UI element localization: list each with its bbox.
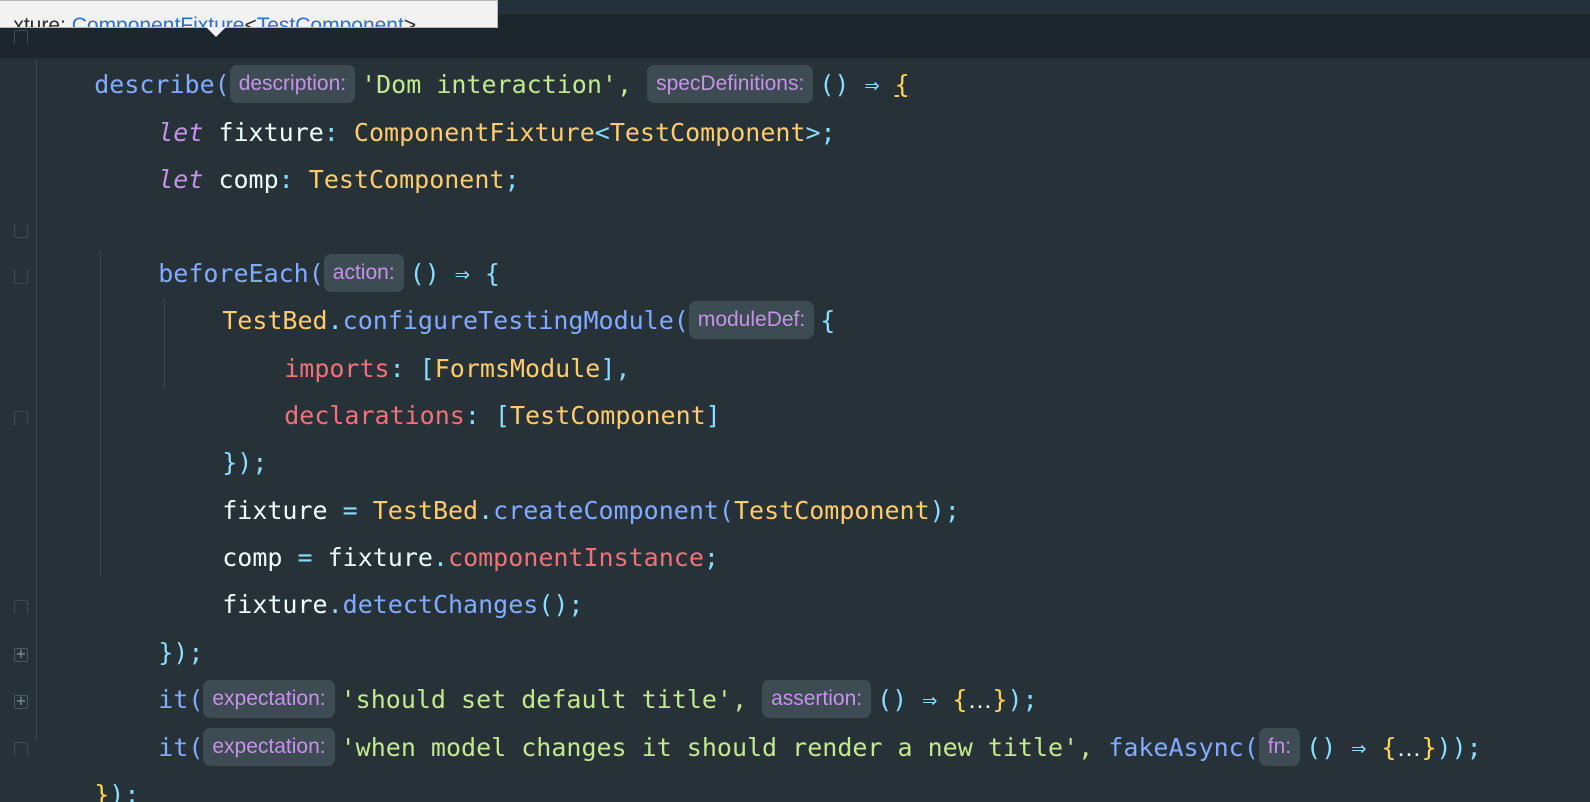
code-token: :	[278, 165, 294, 194]
code-token: ]	[705, 401, 721, 430]
code-token: 'when model changes it should render a n…	[340, 733, 1094, 762]
code-token: : [	[464, 401, 510, 430]
param-hint: fn:	[1258, 728, 1301, 766]
param-hint: moduleDef:	[688, 301, 815, 339]
code-line-3[interactable]: let comp: TestComponent;	[98, 109, 519, 194]
folded-code-ellipsis[interactable]: …	[1396, 734, 1421, 762]
code-line-11[interactable]: comp = fixture.componentInstance;	[162, 487, 719, 572]
code-token: {	[894, 70, 910, 99]
code-token: TestComponent	[609, 118, 806, 147]
code-token: {	[820, 306, 836, 335]
fold-expand-icon[interactable]: +	[14, 695, 28, 709]
code-token: ;	[703, 543, 719, 572]
code-token: );	[929, 496, 960, 525]
code-line-2[interactable]: let fixture: ComponentFixture<TestCompon…	[98, 62, 835, 147]
code-line-8[interactable]: declarations: [TestComponent]	[224, 345, 721, 430]
code-token: fakeAsync(	[1108, 733, 1259, 762]
fold-close-icon[interactable]	[14, 411, 28, 425]
code-token: it(	[158, 733, 204, 762]
code-token: ();	[538, 590, 584, 619]
code-token: fixture	[222, 590, 328, 619]
code-token: declarations	[284, 401, 465, 430]
editor-gutter: + +	[0, 0, 36, 802]
code-token: ));	[1436, 733, 1482, 762]
code-line-5[interactable]: beforeEach(action:() ⇒ {	[98, 203, 500, 292]
code-token: }	[1421, 733, 1437, 762]
code-token: TestComponent	[510, 401, 706, 430]
code-line-13[interactable]: });	[98, 582, 203, 667]
code-token: TestComponent	[308, 165, 505, 194]
code-token: {	[1381, 733, 1397, 762]
tooltip-arrow-icon	[206, 27, 226, 37]
tooltip-type: ComponentFixture	[71, 14, 245, 28]
code-token: detectChanges	[342, 590, 539, 619]
code-line-6[interactable]: TestBed.configureTestingModule(moduleDef…	[162, 250, 835, 339]
tooltip-type-arg: TestComponent	[256, 14, 404, 28]
code-line-9[interactable]: });	[162, 392, 267, 477]
code-token: let	[158, 165, 204, 194]
type-info-tooltip: xture: ComponentFixture<TestComponent>	[0, 0, 498, 28]
code-token: comp	[218, 165, 279, 194]
fold-close-icon[interactable]	[14, 600, 28, 614]
code-token: >;	[805, 118, 836, 147]
code-editor[interactable]: + + xture: ComponentFixture<TestComponen…	[0, 0, 1590, 802]
code-line-15[interactable]: it(expectation:'when model changes it sh…	[98, 677, 1482, 766]
code-token: () ⇒	[1306, 733, 1367, 762]
code-line-12[interactable]: fixture.detectChanges();	[162, 534, 583, 619]
indent-guide	[36, 60, 37, 740]
tooltip-lt: <	[244, 14, 257, 28]
code-line-10[interactable]: fixture = TestBed.createComponent(TestCo…	[162, 440, 960, 525]
code-line-14[interactable]: it(expectation:'should set default title…	[98, 629, 1038, 718]
fold-open-icon[interactable]	[14, 30, 28, 44]
code-token: ;	[504, 165, 520, 194]
code-token: }	[94, 780, 110, 802]
code-line-16[interactable]: });	[34, 724, 139, 802]
param-hint: expectation:	[203, 728, 335, 766]
fold-close-icon[interactable]	[14, 742, 28, 756]
code-token: TestComponent	[733, 496, 930, 525]
code-token: <	[594, 118, 610, 147]
code-token: );	[109, 780, 140, 802]
fold-open-icon[interactable]	[14, 224, 28, 238]
tooltip-label: xture:	[13, 14, 66, 28]
fold-expand-icon[interactable]: +	[14, 648, 28, 662]
code-line-7[interactable]: imports: [FormsModule],	[224, 298, 630, 383]
fold-open-icon[interactable]	[14, 270, 28, 284]
code-token: .	[327, 590, 343, 619]
tooltip-gt: >	[403, 14, 417, 28]
